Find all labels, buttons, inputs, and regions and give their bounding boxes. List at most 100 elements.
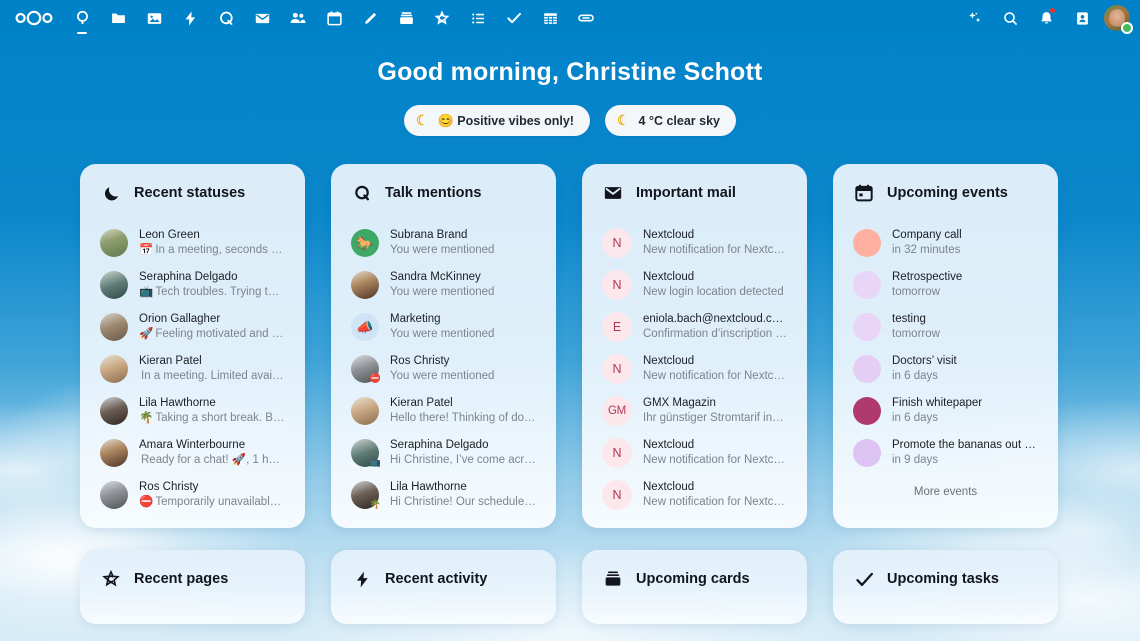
table-icon (542, 10, 559, 27)
list-item[interactable]: Sandra McKinney You were mentioned (345, 264, 542, 306)
avatar (100, 439, 128, 467)
status-chip-label: Positive vibes only! (457, 113, 574, 128)
event-title: Retrospective (892, 271, 963, 283)
status-text: 🌴Taking a short break. Be ba… (139, 412, 285, 424)
contacts-menu-button[interactable] (1064, 0, 1100, 36)
list-item[interactable]: testing tomorrow (847, 306, 1044, 348)
status-text: 📅 In a meeting, seconds ago (139, 244, 285, 256)
nav-tasks-list[interactable] (460, 0, 496, 36)
event-time: in 6 days (892, 370, 939, 382)
list-item[interactable]: Leon Green 📅 In a meeting, seconds ago (94, 222, 291, 264)
nav-files[interactable] (100, 0, 136, 36)
widget-recent-pages: Recent pages (80, 550, 305, 624)
list-item[interactable]: N Nextcloud New notification for Nextcloud (596, 432, 793, 474)
list-item[interactable]: Kieran Patel Hello there! Thinking of doi… (345, 390, 542, 432)
status-badge: 📺 (369, 457, 382, 467)
list-item[interactable]: Orion Gallagher 🚀 Feeling motivated and re… (94, 306, 291, 348)
mention-source: Marketing (390, 313, 441, 325)
user-avatar[interactable] (1104, 5, 1133, 34)
nav-activity[interactable] (172, 0, 208, 36)
collectives-icon (100, 568, 122, 590)
nav-tables[interactable] (532, 0, 568, 36)
sender-initials-avatar: N (602, 228, 632, 258)
sender-initials-avatar: E (602, 312, 632, 342)
status-user-name: Leon Green (139, 229, 200, 241)
list-item[interactable]: Retrospective tomorrow (847, 264, 1044, 306)
collectives-icon (433, 9, 451, 27)
list-item[interactable]: 🌴 Lila Hawthorne Hi Christine! Our schedul… (345, 474, 542, 516)
nav-photos[interactable] (136, 0, 172, 36)
notifications-button[interactable] (1028, 0, 1064, 36)
weather-chip[interactable]: ☾ 4 °C clear sky (604, 105, 736, 136)
avatar: ⛔ (351, 355, 381, 383)
list-item[interactable]: Kieran Patel In a meeting. Limited availa… (94, 348, 291, 390)
moon-icon: ☾ (616, 112, 630, 128)
dashboard-icon (74, 10, 91, 27)
mail-sender: eniola.bach@nextcloud.com (643, 313, 787, 325)
list-item[interactable]: 📣 Marketing You were mentioned (345, 306, 542, 348)
list-item[interactable]: Ros Christy ⛔Temporarily unavailable. Pr… (94, 474, 291, 516)
nav-calendar[interactable] (316, 0, 352, 36)
more-events-link[interactable]: More events (847, 474, 1044, 504)
avatar: 📺 (351, 439, 382, 467)
nav-deck[interactable] (388, 0, 424, 36)
list-item[interactable]: Amara Winterbourne Ready for a chat! 🚀, 1… (94, 432, 291, 474)
list-item[interactable]: Promote the bananas out of o… in 9 days (847, 432, 1044, 474)
list-item[interactable]: 🐎 Subrana Brand You were mentioned (345, 222, 542, 264)
event-time: in 9 days (892, 454, 939, 466)
weather-chip-label: 4 °C clear sky (638, 113, 720, 128)
status-text: ⛔Temporarily unavailable. Pr… (139, 496, 285, 508)
widget-important-mail: Important mail N Nextcloud New notificatio… (582, 164, 807, 528)
mention-text: You were mentioned (390, 328, 495, 340)
list-item[interactable]: N Nextcloud New notification for Nextcloud (596, 222, 793, 264)
status-user-name: Seraphina Delgado (139, 271, 238, 283)
list-item[interactable]: Finish whitepaper in 6 days (847, 390, 1044, 432)
notification-badge (1049, 7, 1056, 14)
online-status-indicator (1121, 22, 1133, 34)
nav-mail[interactable] (244, 0, 280, 36)
mail-subject: New notification for Nextcloud (643, 496, 787, 508)
unified-search-button[interactable] (992, 0, 1028, 36)
event-time: tomorrow (892, 328, 940, 340)
list-item[interactable]: Seraphina Delgado 📺 Tech troubles. Trying … (94, 264, 291, 306)
nav-collectives[interactable] (424, 0, 460, 36)
status-chip[interactable]: ☾ 😊 Positive vibes only! (404, 105, 590, 136)
event-time: in 6 days (892, 412, 939, 424)
app-navigation-icons (8, 0, 604, 36)
list-item[interactable]: N Nextcloud New login location detected (596, 264, 793, 306)
widget-header: Recent statuses (94, 180, 291, 206)
deck-icon (398, 10, 415, 27)
nav-links[interactable] (568, 0, 604, 36)
mail-sender: Nextcloud (643, 439, 695, 451)
nextcloud-logo[interactable] (8, 0, 60, 36)
nav-dashboard[interactable] (64, 0, 100, 36)
status-user-name: Ros Christy (139, 481, 199, 493)
deck-icon (602, 568, 624, 590)
nav-notes[interactable] (352, 0, 388, 36)
status-user-name: Lila Hawthorne (139, 397, 216, 409)
list-item[interactable]: ⛔ Ros Christy You were mentioned (345, 348, 542, 390)
page-title: Good morning, Christine Schott (377, 58, 763, 86)
sparkles-icon (966, 10, 983, 27)
list-item[interactable]: Doctors’ visit in 6 days (847, 348, 1044, 390)
status-badge: 🌴 (369, 499, 382, 509)
nav-tasks[interactable] (496, 0, 532, 36)
calendar-icon (853, 182, 875, 204)
nav-talk[interactable] (208, 0, 244, 36)
status-text: Ready for a chat! 🚀, 1 hour ago (141, 454, 285, 466)
widget-header: Upcoming tasks (847, 566, 1044, 592)
list-item[interactable]: GM GMX Magazin Ihr günstiger Stromtarif in… (596, 390, 793, 432)
list-item[interactable]: 📺 Seraphina Delgado Hi Christine, I’ve com… (345, 432, 542, 474)
assistant-button[interactable] (956, 0, 992, 36)
avatar: 📣 (351, 313, 379, 341)
nav-contacts[interactable] (280, 0, 316, 36)
list-item[interactable]: N Nextcloud New notification for Nextcloud (596, 474, 793, 516)
list-item[interactable]: Lila Hawthorne 🌴 Taking a short break. Be … (94, 390, 291, 432)
mail-sender: Nextcloud (643, 481, 695, 493)
sender-initials-avatar: N (602, 270, 632, 300)
list-item[interactable]: Company call in 32 minutes (847, 222, 1044, 264)
mail-subject: Ihr günstiger Stromtarif inkl. i… (643, 412, 787, 424)
list-item[interactable]: Eeniola.bach@nextcloud.com Confirmation d… (596, 306, 793, 348)
widget-upcoming-cards: Upcoming cards (582, 550, 807, 624)
list-item[interactable]: N Nextcloud New notification for Nextcloud (596, 348, 793, 390)
